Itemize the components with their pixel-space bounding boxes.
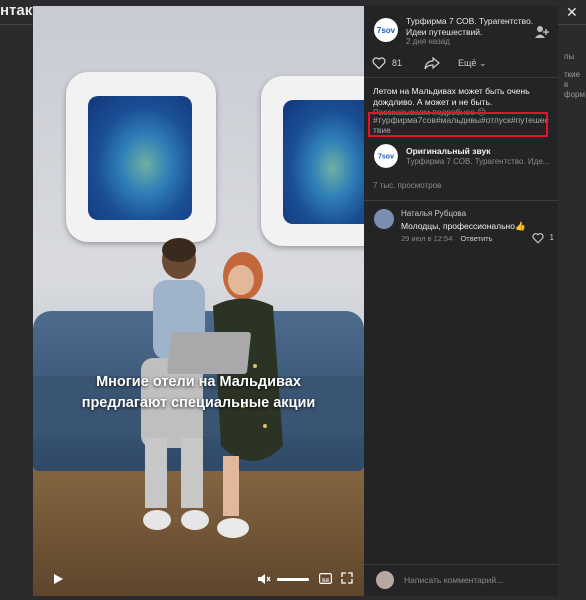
reply-button[interactable]: Ответить <box>460 234 492 243</box>
comment-like-icon[interactable] <box>532 232 544 244</box>
porthole-window <box>66 72 216 242</box>
comment-meta: 29 июл в 12:54 Ответить <box>401 234 493 243</box>
divider <box>364 200 558 201</box>
volume-level <box>277 578 309 581</box>
fullscreen-icon[interactable] <box>341 572 353 584</box>
close-modal-button[interactable]: ✕ <box>566 4 578 21</box>
more-button-label: Ещё <box>458 58 477 68</box>
sound-title[interactable]: Оригинальный звук <box>406 146 490 156</box>
highlight-box <box>368 112 548 137</box>
like-count: 81 <box>392 58 403 68</box>
commenter-avatar[interactable] <box>374 209 394 229</box>
comment-date[interactable]: 29 июл в 12:54 <box>401 234 452 243</box>
more-button[interactable]: Ещё ⌄ <box>458 58 486 69</box>
description-line: Летом на Мальдивах может быть очень <box>373 86 530 96</box>
add-friend-icon[interactable] <box>534 24 550 40</box>
user-avatar <box>376 571 394 589</box>
background-fragment: форм <box>564 90 585 99</box>
svg-text:7sov: 7sov <box>378 154 394 161</box>
comment-composer: Написать комментарий... <box>364 564 558 597</box>
sound-subtitle[interactable]: Турфирма 7 СОВ. Турагентство. Иде... <box>406 157 552 166</box>
divider <box>364 77 558 78</box>
porthole-window <box>261 76 364 246</box>
background-fragment: ткие <box>564 70 581 79</box>
volume-slider[interactable] <box>277 578 309 581</box>
background-fragment: пы <box>564 52 575 61</box>
comment-input[interactable]: Написать комментарий... <box>404 575 503 585</box>
post-panel: 7sov Турфирма 7 СОВ. Турагентство. Идеи … <box>364 6 558 596</box>
video-caption-line: предлагают специальные акции <box>81 395 316 411</box>
sound-avatar[interactable]: 7sov <box>374 144 398 168</box>
laptop <box>166 332 252 374</box>
chevron-down-icon: ⌄ <box>478 58 487 68</box>
volume-muted-icon[interactable] <box>257 573 271 585</box>
share-icon[interactable] <box>424 56 440 70</box>
author-avatar[interactable]: 7sov <box>374 18 398 42</box>
play-icon[interactable] <box>53 573 64 585</box>
post-date[interactable]: 2 дня назад <box>406 37 450 46</box>
commenter-name[interactable]: Наталья Рубцова <box>401 209 466 218</box>
comment-like-count: 1 <box>549 233 554 242</box>
video-caption-line: Многие отели на Мальдивах <box>96 374 301 390</box>
comment-text: Молодцы, профессионально👍 <box>401 221 526 231</box>
view-count: 7 тыс. просмотров <box>373 181 442 190</box>
like-icon[interactable] <box>372 56 386 70</box>
background-fragment: в <box>564 80 569 89</box>
description-line: дождливо. А может и не быть. <box>373 96 493 107</box>
video-caption: Многие отели на Мальдивах предлагают спе… <box>33 372 364 414</box>
video-player[interactable]: Многие отели на Мальдивах предлагают спе… <box>33 6 364 596</box>
subtitles-icon[interactable] <box>319 573 332 584</box>
author-name[interactable]: Турфирма 7 СОВ. Турагентство. Идеи путеш… <box>406 16 536 38</box>
